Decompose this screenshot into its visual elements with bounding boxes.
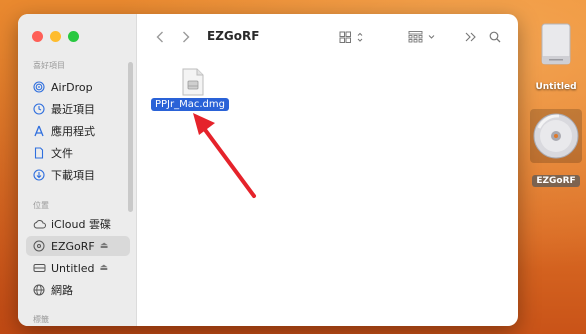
drive-icon — [32, 261, 46, 275]
cd-disc-icon — [530, 109, 582, 163]
clock-icon — [32, 102, 46, 116]
eject-icon[interactable]: ⏏ — [100, 241, 109, 251]
desktop-item-label: EZGoRF — [532, 175, 580, 187]
sidebar-item-icloud[interactable]: iCloud 雲碟 — [26, 214, 130, 234]
tags-header: 標籤 — [33, 315, 49, 324]
sidebar-item-recents[interactable]: 最近項目 — [26, 99, 130, 119]
search-icon — [489, 31, 501, 43]
external-drive-icon — [541, 23, 571, 65]
disk-image-icon — [32, 239, 46, 253]
finder-window: 喜好項目 AirDrop 最近項目 應用程式 文件 下載項目 位置 iCloud… — [18, 14, 518, 326]
chevron-left-icon — [156, 31, 163, 43]
group-button[interactable] — [407, 28, 441, 46]
group-icon — [408, 31, 435, 43]
sidebar: 喜好項目 AirDrop 最近項目 應用程式 文件 下載項目 位置 iCloud… — [18, 14, 137, 326]
view-mode-button[interactable] — [337, 28, 369, 46]
locations-header: 位置 — [33, 201, 49, 210]
sidebar-item-label: 網路 — [51, 284, 73, 297]
eject-icon[interactable]: ⏏ — [100, 263, 109, 273]
more-toolbar-button[interactable] — [463, 28, 479, 46]
minimize-button[interactable] — [50, 31, 61, 42]
applications-icon — [32, 124, 46, 138]
sidebar-item-ezgorf[interactable]: EZGoRF ⏏ — [26, 236, 130, 256]
file-name-label[interactable]: PPJr_Mac.dmg — [151, 98, 229, 111]
document-icon — [32, 146, 46, 160]
sidebar-item-applications[interactable]: 應用程式 — [26, 121, 130, 141]
content-area: EZGoRF PPJr_Mac.dmg — [137, 14, 518, 326]
desktop-item-untitled[interactable]: Untitled — [528, 22, 584, 93]
sidebar-item-label: EZGoRF — [51, 239, 95, 253]
sidebar-item-network[interactable]: 網路 — [26, 280, 130, 300]
desktop-item-ezgorf[interactable]: EZGoRF — [528, 108, 584, 187]
sidebar-item-airdrop[interactable]: AirDrop — [26, 77, 130, 97]
favorites-header: 喜好項目 — [33, 61, 65, 70]
close-button[interactable] — [32, 31, 43, 42]
chevron-right-icon — [183, 31, 190, 43]
zoom-button[interactable] — [68, 31, 79, 42]
sidebar-item-label: AirDrop — [51, 80, 93, 94]
sidebar-item-label: iCloud 雲碟 — [51, 218, 111, 231]
dmg-file-icon[interactable] — [181, 68, 205, 96]
back-button[interactable] — [153, 28, 167, 46]
sidebar-item-untitled[interactable]: Untitled ⏏ — [26, 258, 130, 278]
sidebar-item-label: 應用程式 — [51, 125, 95, 138]
sidebar-item-label: 文件 — [51, 147, 73, 160]
download-icon — [32, 168, 46, 182]
cloud-icon — [32, 217, 46, 231]
sidebar-item-documents[interactable]: 文件 — [26, 143, 130, 163]
airdrop-icon — [32, 80, 46, 94]
search-button[interactable] — [487, 28, 503, 46]
sidebar-item-label: 下載項目 — [51, 169, 95, 182]
sidebar-item-label: 最近項目 — [51, 103, 95, 116]
window-title: EZGoRF — [207, 29, 260, 43]
double-chevron-icon — [465, 32, 476, 42]
forward-button[interactable] — [179, 28, 193, 46]
sidebar-item-downloads[interactable]: 下載項目 — [26, 165, 130, 185]
toolbar: EZGoRF — [137, 14, 518, 60]
desktop-item-label: Untitled — [535, 82, 577, 92]
icon-view-icon — [339, 31, 363, 43]
window-controls — [32, 31, 79, 42]
network-icon — [32, 283, 46, 297]
sidebar-item-label: Untitled — [51, 261, 95, 275]
